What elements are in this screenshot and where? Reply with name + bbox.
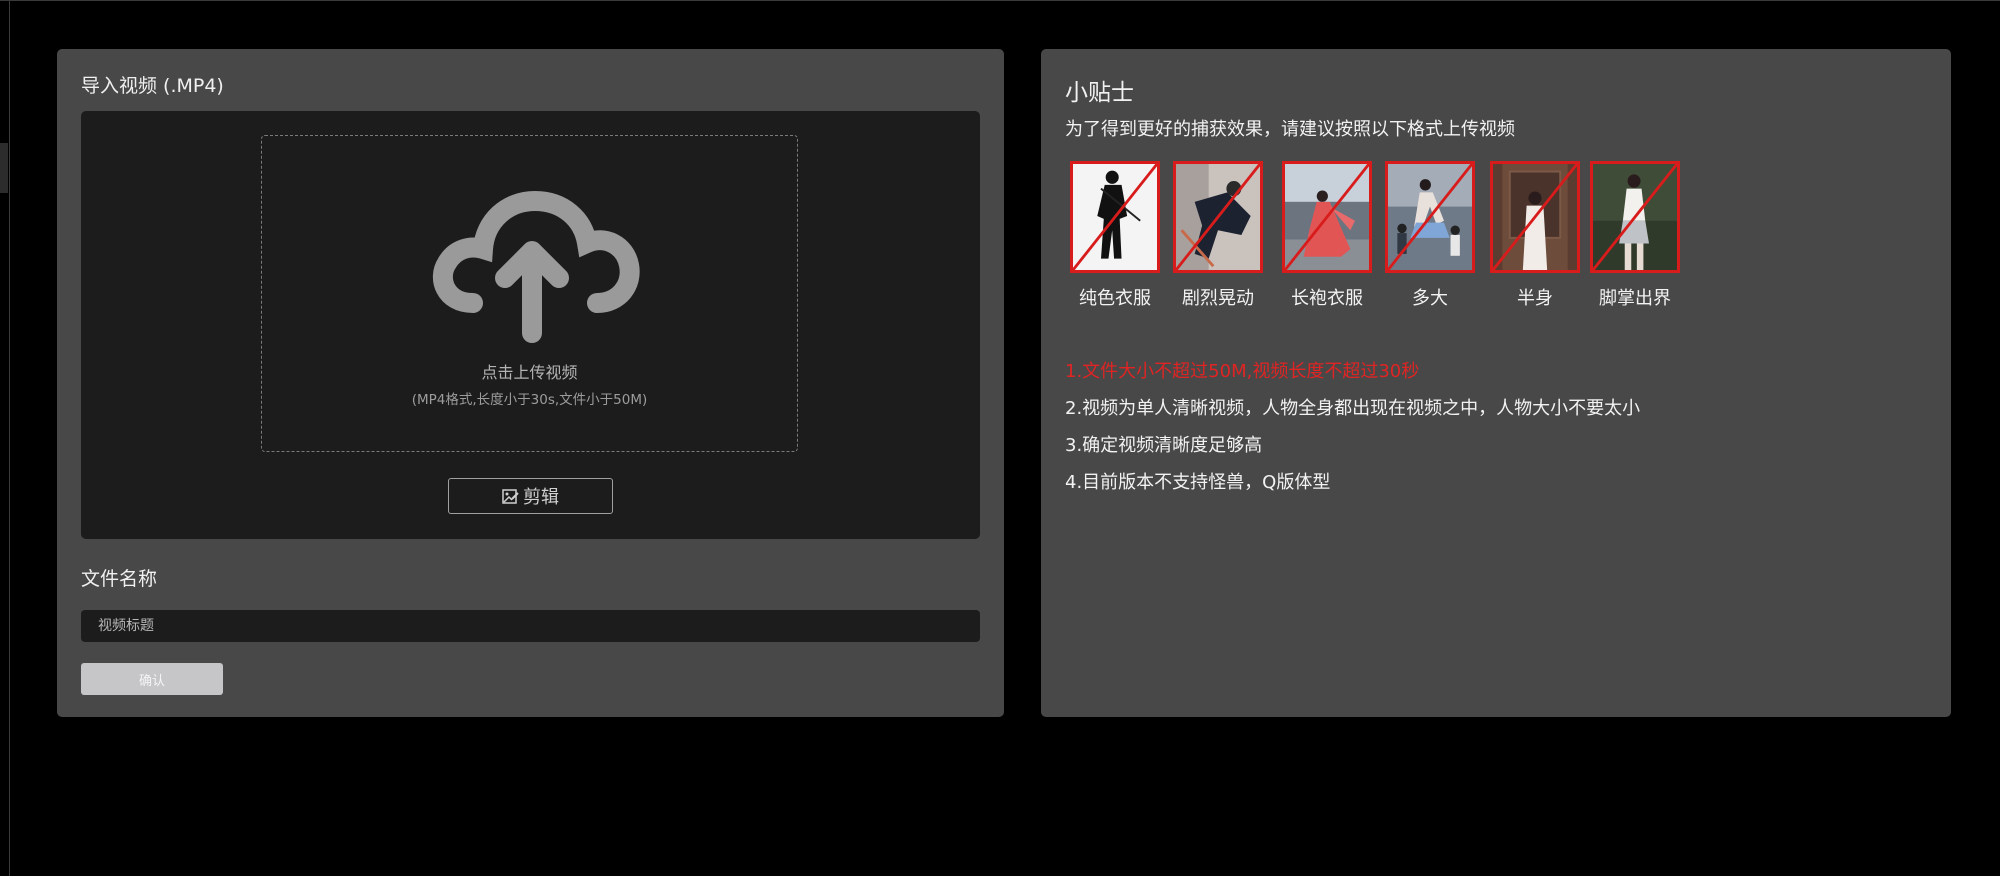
example-thumbnail — [1385, 161, 1475, 273]
example-label: 半身 — [1517, 288, 1553, 309]
image-edit-icon — [502, 488, 519, 504]
example-label: 长袍衣服 — [1291, 288, 1363, 309]
example-label: 脚掌出界 — [1599, 288, 1671, 309]
upload-panel: 导入视频 (.MP4) 点击上传视频 (MP4格式,长度小于30s,文件小于50… — [57, 49, 1004, 717]
example-thumbnail — [1490, 161, 1580, 273]
file-name-label: 文件名称 — [81, 568, 158, 590]
confirm-button[interactable]: 确认 — [81, 663, 223, 695]
window-top-border — [0, 0, 2000, 1]
upload-hint: (MP4格式,长度小于30s,文件小于50M) — [411, 392, 648, 408]
tips-panel: 小贴士 为了得到更好的捕获效果，请建议按照以下格式上传视频 纯色衣服 剧烈晃动 … — [1041, 49, 1951, 717]
window-left-border — [9, 0, 10, 876]
edit-button-label: 剪辑 — [523, 487, 559, 508]
upload-panel-title: 导入视频 (.MP4) — [81, 75, 224, 97]
edit-button[interactable]: 剪辑 — [448, 478, 613, 514]
example-thumbnail — [1590, 161, 1680, 273]
example-thumbnail — [1173, 161, 1263, 273]
example-thumbnail — [1282, 161, 1372, 273]
rule-item: 1.文件大小不超过50M,视频长度不超过30秒 — [1065, 361, 1420, 382]
rule-item: 2.视频为单人清晰视频，人物全身都出现在视频之中，人物大小不要太小 — [1065, 398, 1641, 419]
example-thumbnail — [1070, 161, 1160, 273]
tips-title: 小贴士 — [1065, 80, 1134, 106]
side-scroll-handle[interactable] — [0, 143, 8, 193]
example-label: 多大 — [1412, 288, 1448, 309]
video-title-input[interactable] — [81, 610, 980, 642]
upload-area: 点击上传视频 (MP4格式,长度小于30s,文件小于50M) 剪辑 — [81, 111, 980, 539]
rule-item: 4.目前版本不支持怪兽，Q版体型 — [1065, 472, 1331, 493]
example-label: 纯色衣服 — [1079, 288, 1151, 309]
example-label: 剧烈晃动 — [1182, 288, 1254, 309]
upload-text: 点击上传视频 — [481, 363, 578, 382]
cloud-upload-icon — [433, 190, 640, 343]
rule-item: 3.确定视频清晰度足够高 — [1065, 435, 1263, 456]
tips-subtitle: 为了得到更好的捕获效果，请建议按照以下格式上传视频 — [1065, 119, 1515, 140]
upload-dropzone[interactable]: 点击上传视频 (MP4格式,长度小于30s,文件小于50M) — [261, 135, 798, 452]
